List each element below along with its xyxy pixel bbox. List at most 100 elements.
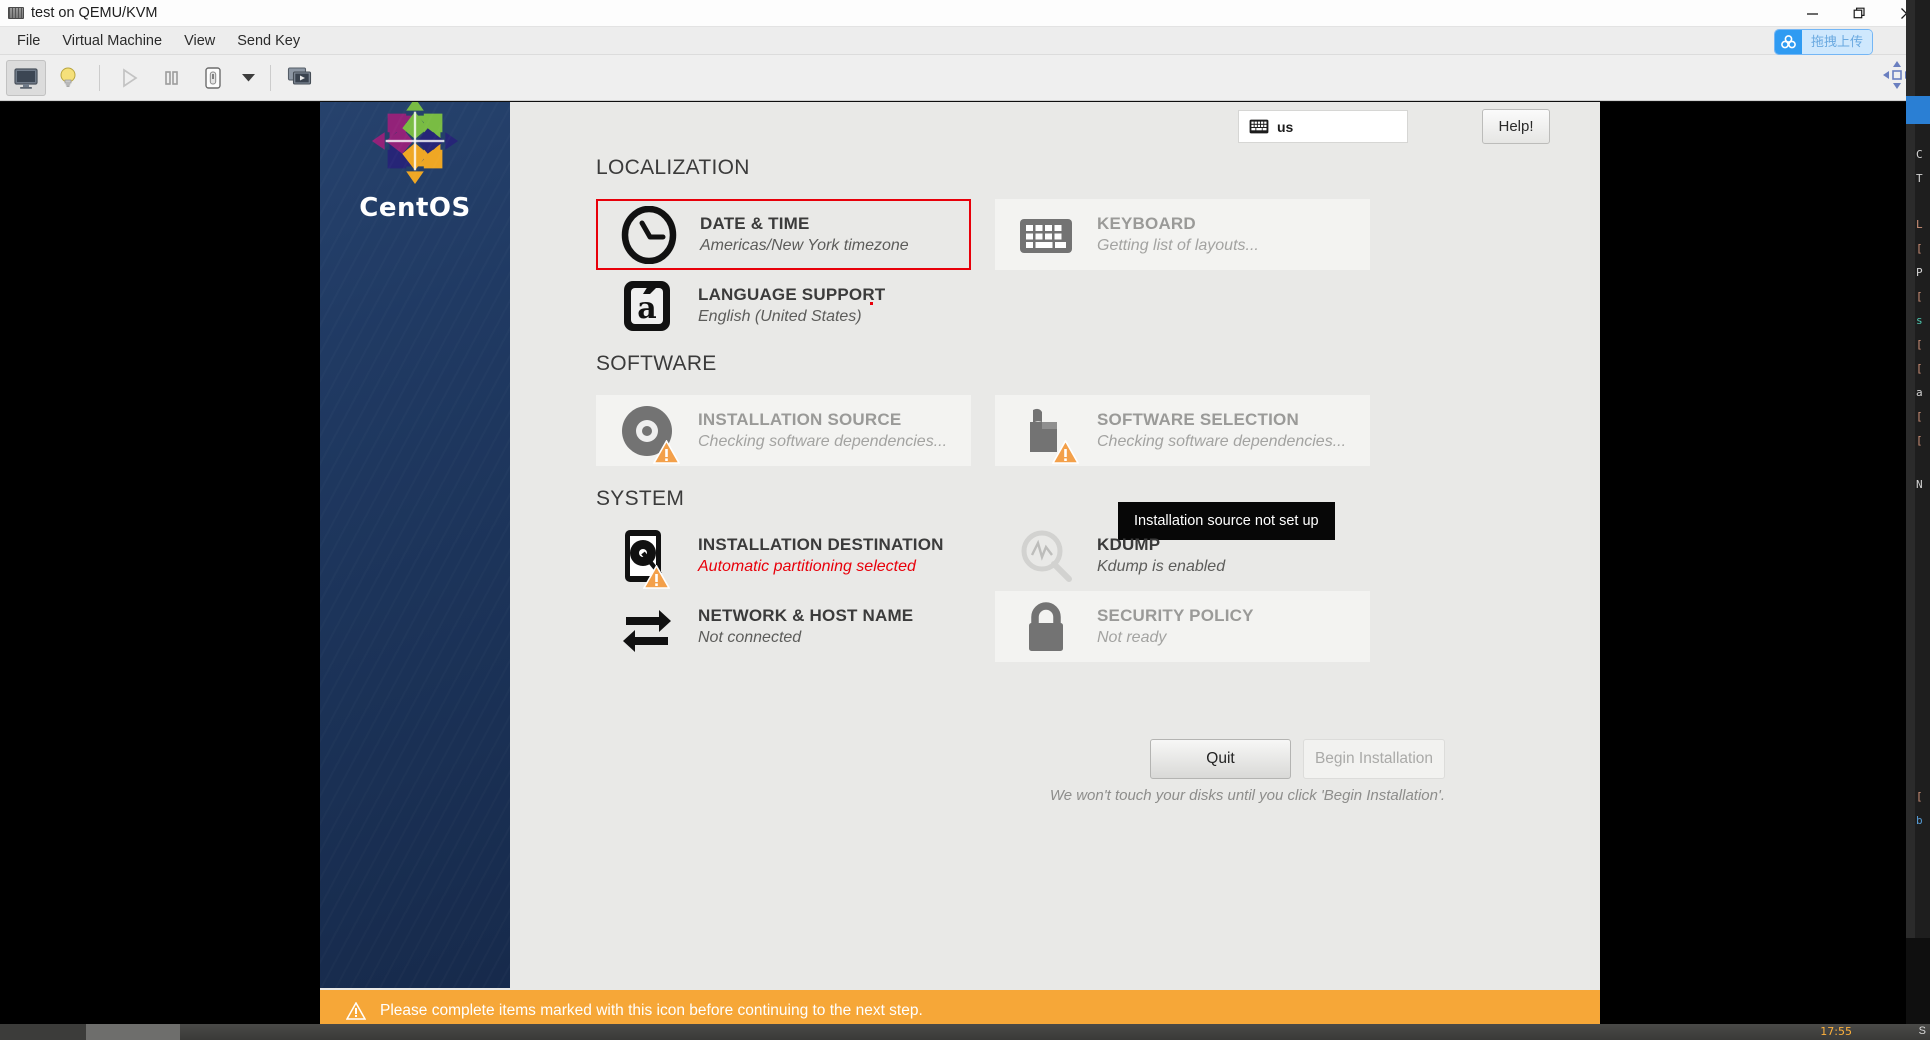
snapshots-button[interactable] <box>280 60 320 96</box>
keyboard-icon <box>1017 206 1075 264</box>
hub-item-title: INSTALLATION SOURCE <box>698 410 902 429</box>
drag-upload-label: 拖拽上传 <box>1801 30 1872 54</box>
taskbar-window-2[interactable] <box>86 1024 180 1040</box>
editor-code-line: T <box>1916 172 1923 185</box>
padlock-icon <box>1017 598 1075 656</box>
toolbar-separator <box>99 64 100 91</box>
hub-item-subtitle: Automatic partitioning selected <box>698 558 916 575</box>
menu-virtual-machine[interactable]: Virtual Machine <box>51 30 173 52</box>
keyboard-layout-value: us <box>1277 118 1294 135</box>
hub-item-installation-destination[interactable]: INSTALLATION DESTINATION Automatic parti… <box>596 520 971 591</box>
language-icon: a <box>618 277 676 335</box>
cloud-upload-icon <box>1774 30 1802 54</box>
help-button[interactable]: Help! <box>1482 109 1550 144</box>
menu-view[interactable]: View <box>173 30 226 52</box>
hub-item-subtitle: English (United States) <box>698 308 862 325</box>
pause-button[interactable] <box>151 60 191 96</box>
disk-safety-note: We won't touch your disks until you clic… <box>1049 787 1445 804</box>
background-editor-window: C T L [ P [ s [ [ a [ [ N [ b <box>1906 0 1930 938</box>
taskbar-window-1[interactable] <box>0 1024 86 1040</box>
hub-item-title: DATE & TIME <box>700 214 810 233</box>
magnifier-icon <box>1017 527 1075 585</box>
vm-viewport[interactable]: CentOS us Help! LOCALIZATION DATE & TIME… <box>0 102 1906 1040</box>
quit-button[interactable]: Quit <box>1150 739 1291 779</box>
hub-item-subtitle: Americas/New York timezone <box>700 237 909 254</box>
show-console-button[interactable] <box>6 59 46 96</box>
taskbar-clock: 17:55 <box>1820 1025 1852 1038</box>
viewport-letterbox-right <box>1600 102 1906 1040</box>
hub-item-title: KEYBOARD <box>1097 214 1196 233</box>
hub-item-title: SECURITY POLICY <box>1097 606 1254 625</box>
editor-code-line: C <box>1916 148 1923 161</box>
editor-code-line: b <box>1916 814 1923 827</box>
shutdown-menu-button[interactable] <box>235 60 261 96</box>
run-button[interactable] <box>109 60 149 96</box>
host-taskbar: 17:55 S <box>0 1024 1930 1040</box>
hub-item-subtitle: Checking software dependencies... <box>1097 433 1347 450</box>
editor-code-line: [ <box>1916 790 1923 803</box>
centos-pinwheel-icon <box>371 102 459 185</box>
menu-file[interactable]: File <box>6 30 51 52</box>
taskbar-tray-icon[interactable]: S <box>1919 1025 1926 1037</box>
viewport-letterbox-left <box>0 102 320 1040</box>
centos-logo: CentOS <box>320 102 510 223</box>
editor-code-line: [ <box>1916 434 1923 447</box>
begin-installation-button: Begin Installation <box>1303 739 1445 779</box>
hard-disk-icon <box>618 527 676 589</box>
installation-summary-hub: us Help! LOCALIZATION DATE & TIME Americ… <box>510 102 1600 1032</box>
section-title-software: SOFTWARE <box>596 352 717 375</box>
minimize-icon[interactable] <box>1789 0 1836 27</box>
menu-send-key[interactable]: Send Key <box>226 30 311 52</box>
cursor-artifact <box>870 302 873 305</box>
keyboard-layout-indicator[interactable]: us <box>1238 110 1408 143</box>
editor-code-line: [ <box>1916 338 1923 351</box>
hub-item-date-and-time[interactable]: DATE & TIME Americas/New York timezone <box>596 199 971 270</box>
vm-display-icon <box>8 7 24 19</box>
hub-item-title: INSTALLATION DESTINATION <box>698 535 944 554</box>
editor-code-line: P <box>1916 266 1923 279</box>
editor-code-line: L <box>1916 218 1923 231</box>
editor-code-line: [ <box>1916 242 1923 255</box>
editor-code-line: [ <box>1916 410 1923 423</box>
shutdown-button[interactable] <box>193 60 233 96</box>
hub-item-title: LANGUAGE SUPPORT <box>698 285 886 304</box>
menu-bar: File Virtual Machine View Send Key <box>0 27 1930 55</box>
hub-item-kdump[interactable]: KDUMP Kdump is enabled <box>995 520 1370 591</box>
hub-item-keyboard: KEYBOARD Getting list of layouts... <box>995 199 1370 270</box>
editor-code-line: [ <box>1916 362 1923 375</box>
hub-item-subtitle: Getting list of layouts... <box>1097 237 1259 254</box>
toolbar-separator-2 <box>270 64 271 91</box>
show-details-button[interactable] <box>48 60 88 96</box>
hub-item-security-policy: SECURITY POLICY Not ready <box>995 591 1370 662</box>
warning-triangle-icon <box>1052 439 1079 464</box>
editor-code-line: s <box>1916 314 1923 327</box>
warning-triangle-icon <box>346 1002 366 1020</box>
section-title-system: SYSTEM <box>596 487 685 510</box>
editor-minimap <box>1906 0 1915 938</box>
editor-code-line: a <box>1916 386 1923 399</box>
virt-manager-window: test on QEMU/KVM File Virtual Machine Vi… <box>0 0 1930 1040</box>
warning-triangle-icon <box>653 439 680 464</box>
optical-disc-icon <box>618 402 680 464</box>
vm-toolbar <box>0 55 1930 101</box>
drag-upload-button[interactable]: 拖拽上传 <box>1774 30 1872 54</box>
installer-sidebar: CentOS <box>320 102 510 1032</box>
editor-code-line: N <box>1916 478 1923 491</box>
hub-item-subtitle: Not ready <box>1097 629 1167 646</box>
keyboard-icon <box>1249 119 1269 134</box>
hub-item-language-support[interactable]: a LANGUAGE SUPPORT English (United State… <box>596 270 971 341</box>
hub-item-installation-source: INSTALLATION SOURCE Checking software de… <box>596 395 971 466</box>
restore-icon[interactable] <box>1836 0 1883 27</box>
section-title-localization: LOCALIZATION <box>596 156 750 179</box>
hub-item-network-and-host-name[interactable]: NETWORK & HOST NAME Not connected <box>596 591 971 662</box>
editor-code-line: [ <box>1916 290 1923 303</box>
hub-item-subtitle: Not connected <box>698 629 802 646</box>
clock-icon <box>620 205 678 264</box>
anaconda-installer-screen: CentOS us Help! LOCALIZATION DATE & TIME… <box>320 102 1600 1032</box>
installer-warning-text: Please complete items marked with this i… <box>380 1002 923 1019</box>
hub-item-title: KDUMP <box>1097 535 1161 554</box>
package-icon <box>1017 402 1079 464</box>
window-title: test on QEMU/KVM <box>31 5 158 21</box>
network-arrows-icon <box>618 598 676 656</box>
hub-item-subtitle: Checking software dependencies... <box>698 433 948 450</box>
